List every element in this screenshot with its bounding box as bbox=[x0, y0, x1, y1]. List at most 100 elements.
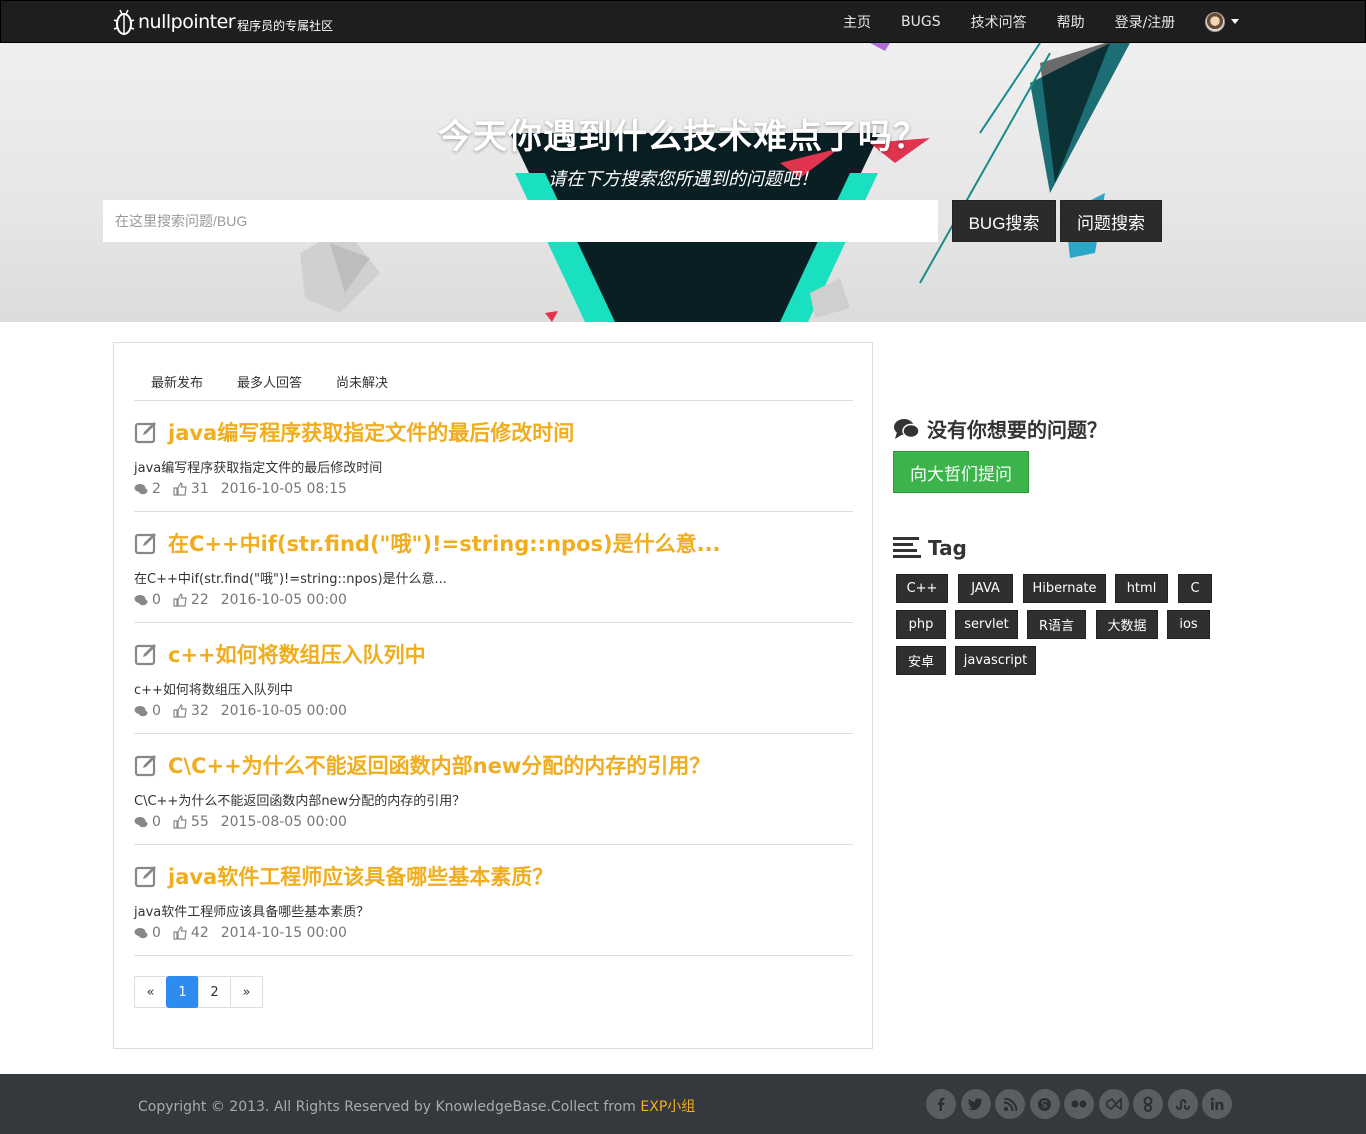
copyright-text: Copyright © 2013. All Rights Reserved by… bbox=[138, 1099, 641, 1115]
comments-icon bbox=[134, 595, 148, 606]
comment-count: 0 bbox=[152, 814, 161, 830]
post-date: 2014-10-15 00:00 bbox=[220, 925, 347, 941]
sort-tabs: 最新发布 最多人回答 尚未解决 bbox=[134, 343, 853, 401]
question-title[interactable]: java软件工程师应该具备哪些基本素质？ bbox=[168, 861, 553, 891]
comment-count: 0 bbox=[152, 592, 161, 608]
thumbs-up-icon bbox=[173, 926, 187, 940]
vimeo-icon[interactable] bbox=[1098, 1089, 1129, 1119]
google-plus-icon[interactable] bbox=[1133, 1089, 1163, 1119]
tag-item[interactable]: servlet bbox=[955, 610, 1018, 639]
post-date: 2015-08-05 00:00 bbox=[220, 814, 347, 830]
question-search-button[interactable]: 问题搜索 bbox=[1060, 200, 1162, 242]
ask-heading-text: 没有你想要的问题？ bbox=[927, 418, 1107, 442]
tab-latest[interactable]: 最新发布 bbox=[134, 372, 220, 391]
comment-count: 2 bbox=[152, 481, 161, 497]
hero-title: 今天你遇到什么技术难点了吗？ bbox=[438, 117, 928, 157]
question-meta: 0 55 2015-08-05 00:00 bbox=[134, 814, 347, 830]
question-row: C\C++为什么不能返回函数内部new分配的内存的引用？ C\C++为什么不能返… bbox=[134, 734, 853, 845]
site-footer: Copyright © 2013. All Rights Reserved by… bbox=[0, 1074, 1366, 1134]
bug-logo-icon bbox=[113, 9, 135, 35]
nav-bugs[interactable]: BUGS bbox=[901, 14, 941, 30]
question-title[interactable]: c++如何将数组压入队列中 bbox=[168, 639, 426, 669]
page-prev[interactable]: « bbox=[134, 976, 167, 1008]
nav-help[interactable]: 帮助 bbox=[1057, 12, 1085, 32]
question-meta: 0 42 2014-10-15 00:00 bbox=[134, 925, 347, 941]
tag-item[interactable]: JAVA bbox=[958, 574, 1013, 603]
question-title[interactable]: 在C++中if(str.find("哦")!=string::npos)是什么意… bbox=[168, 528, 721, 558]
question-summary: c++如何将数组压入队列中 bbox=[134, 683, 293, 698]
like-count: 32 bbox=[190, 703, 209, 719]
nav-tech-qa[interactable]: 技术问答 bbox=[971, 12, 1027, 32]
page-1[interactable]: 1 bbox=[166, 976, 199, 1008]
bug-search-button[interactable]: BUG搜索 bbox=[952, 200, 1056, 242]
page-next[interactable]: » bbox=[230, 976, 263, 1008]
hero-banner: 今天你遇到什么技术难点了吗？ 请在下方搜索您所遇到的问题吧！ BUG搜索 问题搜… bbox=[0, 43, 1366, 322]
chevron-down-icon[interactable] bbox=[1231, 19, 1239, 24]
facebook-icon[interactable] bbox=[926, 1089, 956, 1119]
edit-icon bbox=[134, 866, 156, 888]
thumbs-up-icon bbox=[173, 815, 187, 829]
edit-icon bbox=[134, 422, 156, 444]
stumbleupon-icon[interactable] bbox=[1167, 1089, 1198, 1119]
list-icon bbox=[893, 537, 921, 558]
tag-item[interactable]: 大数据 bbox=[1096, 610, 1158, 639]
question-row: java软件工程师应该具备哪些基本素质？ java软件工程师应该具备哪些基本素质… bbox=[134, 845, 853, 956]
ask-heading: 没有你想要的问题？ bbox=[893, 414, 1107, 443]
nav-login-register[interactable]: 登录/注册 bbox=[1115, 12, 1176, 32]
thumbs-up-icon bbox=[173, 593, 187, 607]
thumbs-up-icon bbox=[173, 704, 187, 718]
question-summary: java编写程序获取指定文件的最后修改时间 bbox=[134, 461, 383, 476]
question-row: 在C++中if(str.find("哦")!=string::npos)是什么意… bbox=[134, 512, 853, 623]
exp-group-link[interactable]: EXP小组 bbox=[640, 1099, 695, 1115]
comments-icon bbox=[134, 928, 148, 939]
like-count: 42 bbox=[190, 925, 209, 941]
rss-icon[interactable] bbox=[995, 1089, 1025, 1119]
skype-icon[interactable] bbox=[1029, 1089, 1060, 1119]
tab-unsolved[interactable]: 尚未解决 bbox=[319, 372, 405, 391]
question-row: c++如何将数组压入队列中 c++如何将数组压入队列中 0 32 2016-10… bbox=[134, 623, 853, 734]
question-title[interactable]: java编写程序获取指定文件的最后修改时间 bbox=[168, 417, 574, 447]
post-date: 2016-10-05 08:15 bbox=[220, 481, 347, 497]
like-count: 22 bbox=[190, 592, 209, 608]
comments-icon bbox=[134, 706, 148, 717]
brand-tagline: 程序员的专属社区 bbox=[237, 18, 334, 33]
copyright: Copyright © 2013. All Rights Reserved by… bbox=[138, 1096, 695, 1116]
question-summary: java软件工程师应该具备哪些基本素质？ bbox=[134, 905, 370, 920]
comments-icon bbox=[134, 817, 148, 828]
tag-item[interactable]: php bbox=[896, 610, 946, 639]
page-2[interactable]: 2 bbox=[198, 976, 231, 1008]
flickr-icon[interactable] bbox=[1064, 1089, 1094, 1119]
like-count: 31 bbox=[190, 481, 209, 497]
tab-most-answered[interactable]: 最多人回答 bbox=[220, 372, 319, 391]
edit-icon bbox=[134, 755, 156, 777]
question-title[interactable]: C\C++为什么不能返回函数内部new分配的内存的引用？ bbox=[168, 750, 710, 780]
search-input[interactable] bbox=[103, 200, 938, 242]
comment-count: 0 bbox=[152, 925, 161, 941]
like-count: 55 bbox=[190, 814, 209, 830]
tag-item[interactable]: C bbox=[1178, 574, 1212, 603]
question-list-card: 最新发布 最多人回答 尚未解决 java编写程序获取指定文件的最后修改时间 ja… bbox=[113, 342, 873, 1049]
question-summary: 在C++中if(str.find("哦")!=string::npos)是什么意… bbox=[134, 572, 447, 587]
edit-icon bbox=[134, 533, 156, 555]
nav-home[interactable]: 主页 bbox=[843, 12, 871, 32]
tag-item[interactable]: javascript bbox=[955, 646, 1036, 675]
hero-subtitle: 请在下方搜索您所遇到的问题吧！ bbox=[548, 169, 818, 190]
post-date: 2016-10-05 00:00 bbox=[220, 703, 347, 719]
tag-item[interactable]: C++ bbox=[896, 574, 948, 603]
tag-item[interactable]: R语言 bbox=[1027, 610, 1086, 639]
site-logo[interactable]: nullpointer 程序员的专属社区 bbox=[113, 6, 333, 38]
tag-item[interactable]: 安卓 bbox=[896, 646, 946, 675]
question-meta: 2 31 2016-10-05 08:15 bbox=[134, 481, 347, 497]
twitter-icon[interactable] bbox=[960, 1089, 991, 1119]
post-date: 2016-10-05 00:00 bbox=[220, 592, 347, 608]
comment-count: 0 bbox=[152, 703, 161, 719]
user-avatar[interactable] bbox=[1205, 12, 1225, 32]
tag-item[interactable]: html bbox=[1115, 574, 1168, 603]
tag-item[interactable]: ios bbox=[1167, 610, 1210, 639]
top-navbar: nullpointer 程序员的专属社区 主页 BUGS 技术问答 帮助 登录/… bbox=[0, 0, 1366, 43]
tag-heading: Tag bbox=[893, 536, 967, 560]
nav-links: 主页 BUGS 技术问答 帮助 登录/注册 bbox=[843, 1, 1205, 43]
tag-item[interactable]: Hibernate bbox=[1023, 574, 1106, 603]
ask-question-button[interactable]: 向大哲们提问 bbox=[893, 451, 1029, 493]
linkedin-icon[interactable] bbox=[1202, 1089, 1232, 1119]
